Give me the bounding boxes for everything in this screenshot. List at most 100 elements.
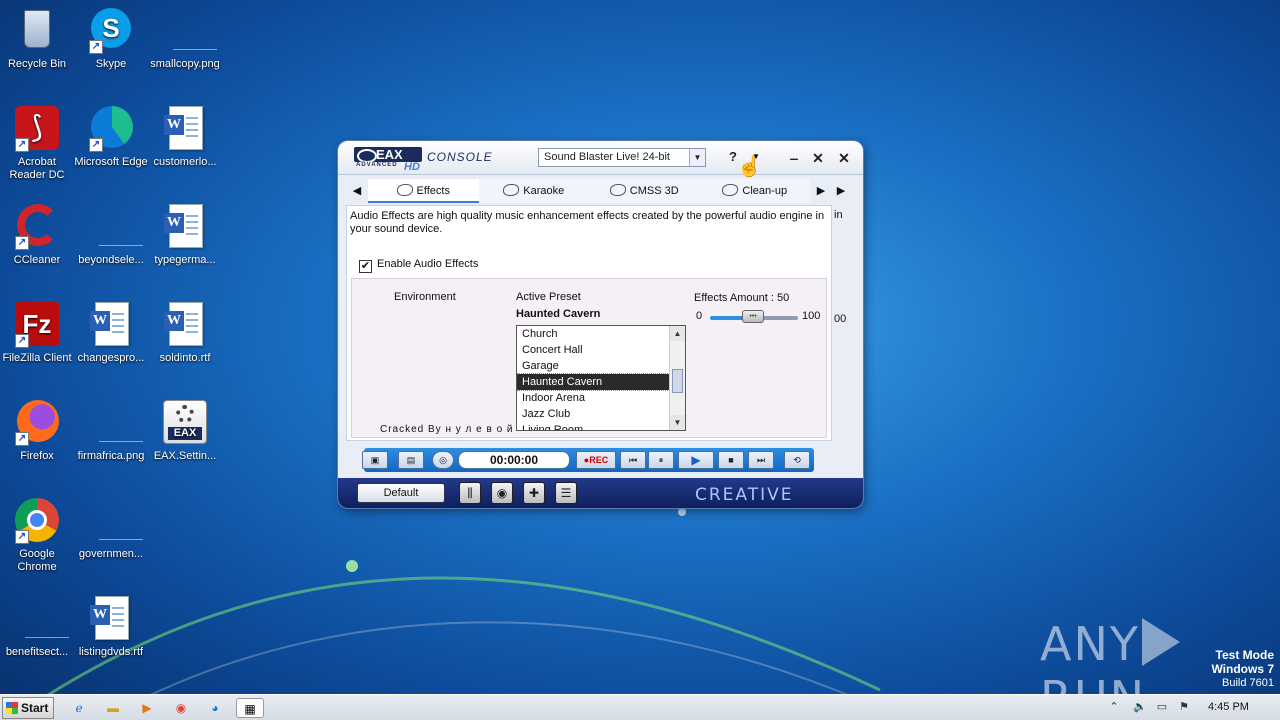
- filezilla-icon: Fz ↗: [13, 300, 61, 348]
- preset-item[interactable]: Church: [517, 326, 669, 342]
- desktop-icon-governmen[interactable]: governmen...: [74, 496, 148, 561]
- edge-icon[interactable]: ◕: [204, 698, 226, 718]
- desktop-icon-skype[interactable]: S ↗ Skype: [74, 6, 148, 71]
- cmss-3d-icon: [609, 184, 626, 196]
- active-preset-label: Active Preset: [516, 291, 581, 303]
- internet-explorer-icon[interactable]: ℯ: [68, 698, 90, 718]
- screen-icon[interactable]: ▣: [362, 451, 388, 469]
- desktop-icon-listingdvds[interactable]: W listingdvds.rtf: [74, 594, 148, 659]
- playlist-icon[interactable]: ▤: [398, 451, 424, 469]
- preset-item[interactable]: Concert Hall: [517, 342, 669, 358]
- volume-icon[interactable]: 🔈: [1132, 699, 1148, 715]
- recycle-bin-icon: [13, 6, 61, 54]
- eax-logo: EAX ADVANCED HD: [354, 147, 422, 173]
- time-display: 00:00:00: [458, 451, 570, 469]
- desktop-icon-typegerma[interactable]: W typegerma...: [148, 202, 222, 267]
- device-select[interactable]: Sound Blaster Live! 24-bit ▼: [538, 148, 706, 167]
- add-effect-icon[interactable]: ✚: [523, 482, 545, 504]
- desktop-icon-acrobat[interactable]: ⟆ ↗ Acrobat Reader DC: [0, 104, 74, 182]
- preset-item[interactable]: Indoor Arena: [517, 390, 669, 406]
- scroll-thumb[interactable]: [672, 369, 683, 393]
- eax-console-window: EAX ADVANCED HD CONSOLE Sound Blaster Li…: [338, 141, 863, 508]
- environment-label: Environment: [394, 291, 456, 303]
- close-button[interactable]: ✕: [808, 148, 828, 168]
- description-overflow: in: [834, 209, 843, 221]
- desktop-icon-changespro[interactable]: W changespro...: [74, 300, 148, 365]
- hand-cursor-icon: ☝: [737, 156, 762, 178]
- clean-up-icon: [722, 184, 739, 196]
- word-document-icon: W: [161, 300, 209, 348]
- tab-karaoke[interactable]: Karaoke: [479, 179, 590, 203]
- word-document-icon: W: [87, 300, 135, 348]
- footer-bar: Default ⫼ ◉ ✚ ☰ CREATIVE: [338, 478, 863, 508]
- minimize-button[interactable]: ‒: [784, 148, 804, 168]
- desktop-icon-chrome[interactable]: ↗ Google Chrome: [0, 496, 74, 574]
- file-icon: [87, 202, 143, 250]
- record-button[interactable]: ●REC: [576, 451, 616, 469]
- effects-panel: Audio Effects are high quality music enh…: [346, 205, 832, 441]
- desktop-icon-recycle-bin[interactable]: Recycle Bin: [0, 6, 74, 71]
- media-player-icon[interactable]: ▶: [136, 698, 158, 718]
- desktop-icon-smallcopy[interactable]: smallcopy.png: [148, 6, 222, 71]
- edge-icon: ↗: [87, 104, 135, 152]
- desktop-icon-filezilla[interactable]: Fz ↗ FileZilla Client: [0, 300, 74, 365]
- slider-min-label: 0: [696, 310, 703, 322]
- eax-title-bar[interactable]: EAX ADVANCED HD CONSOLE Sound Blaster Li…: [338, 141, 863, 178]
- network-icon[interactable]: ▭: [1154, 699, 1170, 715]
- play-icon[interactable]: ▶: [678, 451, 714, 469]
- chevron-down-icon: ▼: [689, 149, 705, 166]
- clock[interactable]: 4:45 PM: [1208, 701, 1249, 713]
- close-button-secondary[interactable]: ✕: [834, 148, 854, 168]
- pause-icon[interactable]: ⏸: [648, 451, 674, 469]
- file-icon: [87, 398, 143, 446]
- desktop-icon-firefox[interactable]: ↗ Firefox: [0, 398, 74, 463]
- mixer-icon[interactable]: ☰: [555, 482, 577, 504]
- test-mode-label: Test Mode Windows 7 Build 7601: [1211, 648, 1274, 689]
- play-logo-icon: [1141, 618, 1180, 666]
- chrome-icon[interactable]: ◉: [170, 698, 192, 718]
- desktop-icon-edge[interactable]: ↗ Microsoft Edge: [74, 104, 148, 169]
- tab-right-arrow-icon[interactable]: ▶: [810, 179, 832, 203]
- desktop-icon-benefitsect[interactable]: benefitsect...: [0, 594, 74, 659]
- scroll-down-icon[interactable]: ▼: [670, 415, 685, 430]
- desktop-icon-eax-settings[interactable]: EAX EAX.Settin...: [148, 398, 222, 463]
- flag-icon[interactable]: ⚑: [1176, 699, 1192, 715]
- tab-right-arrow-icon-secondary[interactable]: ▶: [834, 179, 848, 203]
- folder-icon[interactable]: ▬: [102, 698, 124, 718]
- active-preset-value: Haunted Cavern: [516, 308, 601, 320]
- previous-icon[interactable]: ⏮: [620, 451, 646, 469]
- creative-logo: CREATIVE: [695, 485, 794, 505]
- next-icon[interactable]: ⏭: [748, 451, 774, 469]
- preset-item[interactable]: Jazz Club: [517, 406, 669, 422]
- enable-audio-effects-checkbox[interactable]: ✔: [359, 260, 372, 273]
- enable-audio-effects[interactable]: ✔ Enable Audio Effects: [359, 258, 478, 273]
- equalizer-icon[interactable]: ⫼: [459, 482, 481, 504]
- desktop-icon-soldinto[interactable]: W soldinto.rtf: [148, 300, 222, 365]
- acrobat-icon: ⟆ ↗: [13, 104, 61, 152]
- preset-item[interactable]: Living Room: [517, 422, 669, 430]
- tab-cmss-3d[interactable]: CMSS 3D: [589, 179, 700, 203]
- preset-listbox[interactable]: Church Concert Hall Garage Haunted Caver…: [516, 325, 686, 431]
- default-button[interactable]: Default: [357, 483, 445, 503]
- desktop-icon-beyondsele[interactable]: beyondsele...: [74, 202, 148, 267]
- speaker-icon[interactable]: ◉: [491, 482, 513, 504]
- tab-clean-up[interactable]: Clean-up: [700, 179, 811, 203]
- stop-icon[interactable]: ■: [718, 451, 744, 469]
- tab-effects[interactable]: Effects: [368, 179, 479, 203]
- start-button[interactable]: Start: [2, 697, 54, 719]
- repeat-icon[interactable]: ⟲: [784, 451, 810, 469]
- desktop-icon-firmafrica[interactable]: firmafrica.png: [74, 398, 148, 463]
- desktop-icon-ccleaner[interactable]: ↗ CCleaner: [0, 202, 74, 267]
- eax-taskbar-icon[interactable]: ▦: [236, 698, 264, 718]
- taskbar: Start ℯ ▬ ▶ ◉ ◕ ▦ ⌃ 🔈 ▭ ⚑ 4:45 PM: [0, 694, 1280, 720]
- preset-item-selected[interactable]: Haunted Cavern: [517, 373, 670, 391]
- mode-icon[interactable]: ◎: [432, 451, 454, 469]
- effects-amount-slider-thumb[interactable]: •••: [742, 310, 764, 323]
- desktop-icon-customerlo[interactable]: W customerlo...: [148, 104, 222, 169]
- tab-left-arrow-icon[interactable]: ◀: [346, 179, 368, 203]
- preset-scrollbar[interactable]: ▲ ▼: [669, 326, 685, 430]
- preset-item[interactable]: Garage: [517, 358, 669, 374]
- show-hidden-icons-icon[interactable]: ⌃: [1106, 699, 1122, 715]
- scroll-up-icon[interactable]: ▲: [670, 326, 685, 341]
- device-select-value: Sound Blaster Live! 24-bit: [544, 151, 670, 163]
